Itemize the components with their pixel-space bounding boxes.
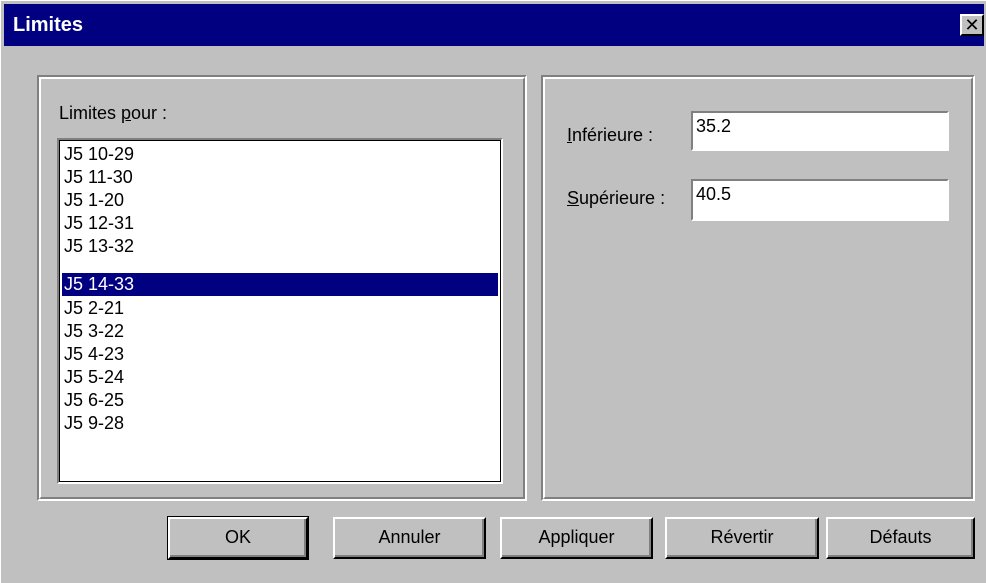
revert-button[interactable]: Révertir xyxy=(665,517,819,559)
list-item-selected[interactable]: J5 14-33 xyxy=(62,273,498,296)
list-item[interactable]: J5 1-20 xyxy=(62,189,498,212)
close-icon[interactable]: ✕ xyxy=(960,14,984,36)
list-item[interactable]: J5 10-29 xyxy=(62,143,498,166)
lower-limit-label: Inférieure : xyxy=(567,125,654,145)
upper-limit-input[interactable]: 40.5 xyxy=(691,179,949,221)
ok-button[interactable]: OK xyxy=(167,516,309,560)
window-title: Limites xyxy=(13,14,84,36)
list-item[interactable]: J5 11-30 xyxy=(62,166,498,189)
limits-listbox[interactable]: J5 10-29 J5 11-30 J5 1-20 J5 12-31 J5 13… xyxy=(57,138,503,484)
list-item[interactable]: J5 2-21 xyxy=(62,297,498,320)
lower-limit-input[interactable]: 35.2 xyxy=(691,111,949,151)
apply-button[interactable]: Appliquer xyxy=(500,517,653,559)
limites-dialog: Limites ✕ Limites pour : J5 10-29 J5 11-… xyxy=(0,0,986,583)
cancel-button[interactable]: Annuler xyxy=(333,517,486,559)
list-item[interactable]: J5 13-32 xyxy=(62,235,498,258)
upper-limit-label: Supérieure : xyxy=(567,188,666,208)
list-item[interactable]: J5 12-31 xyxy=(62,212,498,235)
defaults-button[interactable]: Défauts xyxy=(826,517,975,559)
list-item[interactable]: J5 6-25 xyxy=(62,389,498,412)
list-item[interactable]: J5 4-23 xyxy=(62,343,498,366)
list-item[interactable]: J5 5-24 xyxy=(62,366,498,389)
list-item[interactable]: J5 3-22 xyxy=(62,320,498,343)
title-bar[interactable]: Limites ✕ xyxy=(4,4,984,46)
limits-for-label: Limites pour : xyxy=(59,103,168,123)
list-item[interactable]: J5 9-28 xyxy=(62,412,498,435)
